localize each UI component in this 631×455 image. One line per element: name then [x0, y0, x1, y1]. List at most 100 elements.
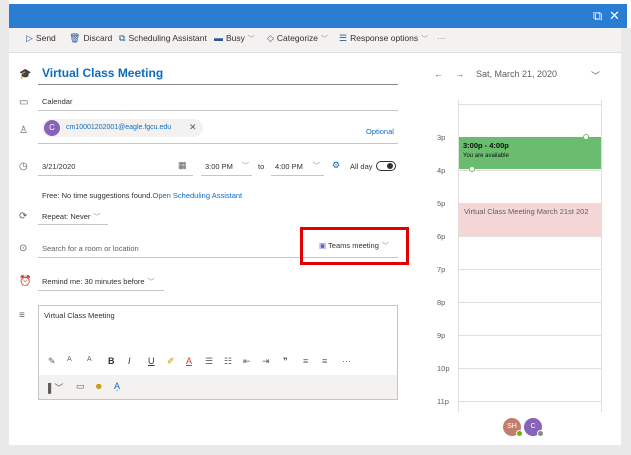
body-text[interactable]: Virtual Class Meeting	[44, 311, 115, 320]
clock-icon: ◷	[19, 161, 28, 172]
location-input[interactable]: Search for a room or location	[42, 244, 139, 253]
attach-icon[interactable]: ▌﹀	[48, 381, 63, 394]
remove-attendee-icon[interactable]: ✕	[189, 122, 197, 133]
calendar-underline	[38, 110, 398, 111]
format-painter-icon[interactable]: ✎	[48, 356, 56, 367]
chevron-down-icon: ﹀	[247, 36, 255, 43]
reminder-dropdown[interactable]: Remind me: 30 minutes before ﹀	[42, 277, 155, 287]
optional-link[interactable]: Optional	[366, 127, 394, 136]
increase-indent-icon[interactable]: ⇥	[262, 356, 270, 367]
hour-line	[458, 401, 601, 402]
previous-day-icon[interactable]: ←	[434, 69, 443, 79]
person-icon: ♙	[19, 125, 28, 136]
chevron-down-icon: ﹀	[321, 36, 329, 43]
repeat-underline	[38, 224, 108, 225]
emoji-icon[interactable]: ☻	[94, 381, 103, 391]
highlight-box	[300, 227, 409, 265]
attendee-avatar-2[interactable]: C	[524, 418, 544, 437]
close-icon[interactable]: ✕	[609, 8, 620, 24]
location-pin-icon: ⊙	[19, 243, 28, 254]
tag-icon: ◇	[267, 33, 274, 43]
availability-block[interactable]: 3:00p - 4:00p You are available	[459, 137, 601, 169]
categorize-dropdown[interactable]: ◇ Categorize ﹀	[267, 33, 328, 44]
font-size-decrease-icon[interactable]: A	[67, 356, 72, 363]
avatar: C	[44, 120, 60, 136]
calendar-event[interactable]: Virtual Class Meeting March 21st 202	[459, 203, 601, 236]
chevron-down-icon: ﹀	[147, 279, 155, 286]
hour-label: 3p	[437, 133, 446, 142]
attendee-avatar-1[interactable]: SH	[503, 418, 523, 437]
attendee-email: cm10001202001@eagle.fgcu.edu	[66, 124, 172, 131]
italic-icon[interactable]: I	[128, 356, 131, 366]
hour-label: 9p	[437, 331, 446, 340]
busy-status-icon: ▬	[214, 33, 223, 43]
resize-handle-top[interactable]	[583, 134, 589, 140]
align-center-icon[interactable]: ≡	[322, 356, 327, 366]
chevron-down-icon: ﹀	[421, 36, 429, 43]
date-underline	[38, 175, 193, 176]
insert-toolbar: ▌﹀ ▭ ☻ Aͅ	[39, 375, 397, 399]
align-left-icon[interactable]: ≡	[303, 356, 308, 366]
presence-badge	[537, 430, 544, 437]
scheduling-icon: ⧉	[119, 33, 126, 43]
bottom-margin	[0, 444, 631, 455]
repeat-icon: ⟳	[19, 211, 28, 222]
response-icon: ☰	[339, 33, 348, 43]
editor-icon[interactable]: Aͅ	[114, 381, 120, 391]
more-options-button[interactable]: ···	[437, 33, 446, 43]
grid-right-border	[601, 100, 602, 412]
start-time-field[interactable]: 3:00 PM	[205, 162, 233, 171]
more-formatting-icon[interactable]: ···	[342, 356, 351, 366]
underline-icon[interactable]: U	[148, 356, 155, 366]
calendar-select[interactable]: Calendar	[42, 97, 72, 106]
chevron-down-icon[interactable]: ﹀	[591, 69, 600, 82]
restore-icon[interactable]: ⧉	[593, 8, 602, 24]
decrease-indent-icon[interactable]: ⇤	[243, 356, 251, 367]
hour-line	[458, 236, 601, 237]
date-picker-icon[interactable]: ▦	[178, 160, 187, 171]
toolbar: ▷ Send 🗑 Discard ⧉ Scheduling Assistant ▬ Bu…	[9, 28, 621, 53]
bullets-icon[interactable]: ☰	[205, 356, 213, 367]
scheduling-assistant-button[interactable]: ⧉ Scheduling Assistant	[119, 33, 207, 44]
start-time-underline	[201, 175, 252, 176]
hour-label: 5p	[437, 199, 446, 208]
timezone-icon[interactable]: ⚙	[332, 160, 340, 171]
reminder-underline	[38, 290, 164, 291]
chevron-down-icon[interactable]: ﹀	[242, 161, 249, 171]
hour-line	[458, 170, 601, 171]
hour-label: 11p	[437, 397, 449, 406]
open-scheduling-assistant-link[interactable]: Open Scheduling Assistant	[152, 191, 242, 200]
bold-icon[interactable]: B	[108, 356, 115, 366]
all-day-label: All day	[350, 162, 373, 171]
hour-label: 10p	[437, 364, 450, 373]
calendar-date-header: Sat, March 21, 2020	[476, 69, 558, 79]
quote-icon[interactable]: ❞	[283, 356, 288, 367]
send-button[interactable]: ▷ Send	[26, 33, 56, 44]
discard-button[interactable]: 🗑 Discard	[69, 33, 112, 44]
all-day-toggle[interactable]	[376, 161, 396, 171]
title-underline	[38, 84, 398, 85]
attendee-chip[interactable]: C cm10001202001@eagle.fgcu.edu ✕	[42, 119, 203, 137]
repeat-dropdown[interactable]: Repeat: Never ﹀	[42, 212, 100, 222]
response-options-dropdown[interactable]: ☰ Response options ﹀	[339, 33, 428, 44]
font-color-icon[interactable]: A	[186, 356, 192, 366]
hour-line	[458, 104, 601, 105]
title-input[interactable]: Virtual Class Meeting	[42, 66, 163, 80]
graduation-cap-icon: 🎓	[19, 69, 32, 80]
highlight-icon[interactable]: ✐	[167, 356, 175, 367]
formatting-toolbar: ✎ A A B I U ✐ A ☰ ☷ ⇤ ⇥ ❞ ≡ ≡ ···	[39, 354, 397, 372]
busy-dropdown[interactable]: ▬ Busy ﹀	[214, 33, 255, 44]
end-time-underline	[271, 175, 324, 176]
next-day-icon[interactable]: →	[455, 69, 464, 79]
numbering-icon[interactable]: ☷	[224, 356, 232, 367]
chevron-down-icon[interactable]: ﹀	[313, 161, 320, 171]
date-field[interactable]: 3/21/2020	[42, 162, 75, 171]
font-size-increase-icon[interactable]: A	[87, 356, 92, 363]
hour-label: 8p	[437, 298, 446, 307]
hour-line	[458, 302, 601, 303]
resize-handle-bottom[interactable]	[469, 166, 475, 172]
end-time-field[interactable]: 4:00 PM	[275, 162, 303, 171]
image-icon[interactable]: ▭	[76, 381, 85, 392]
alarm-icon: ⏰	[19, 276, 32, 287]
trash-icon: 🗑	[69, 33, 81, 43]
